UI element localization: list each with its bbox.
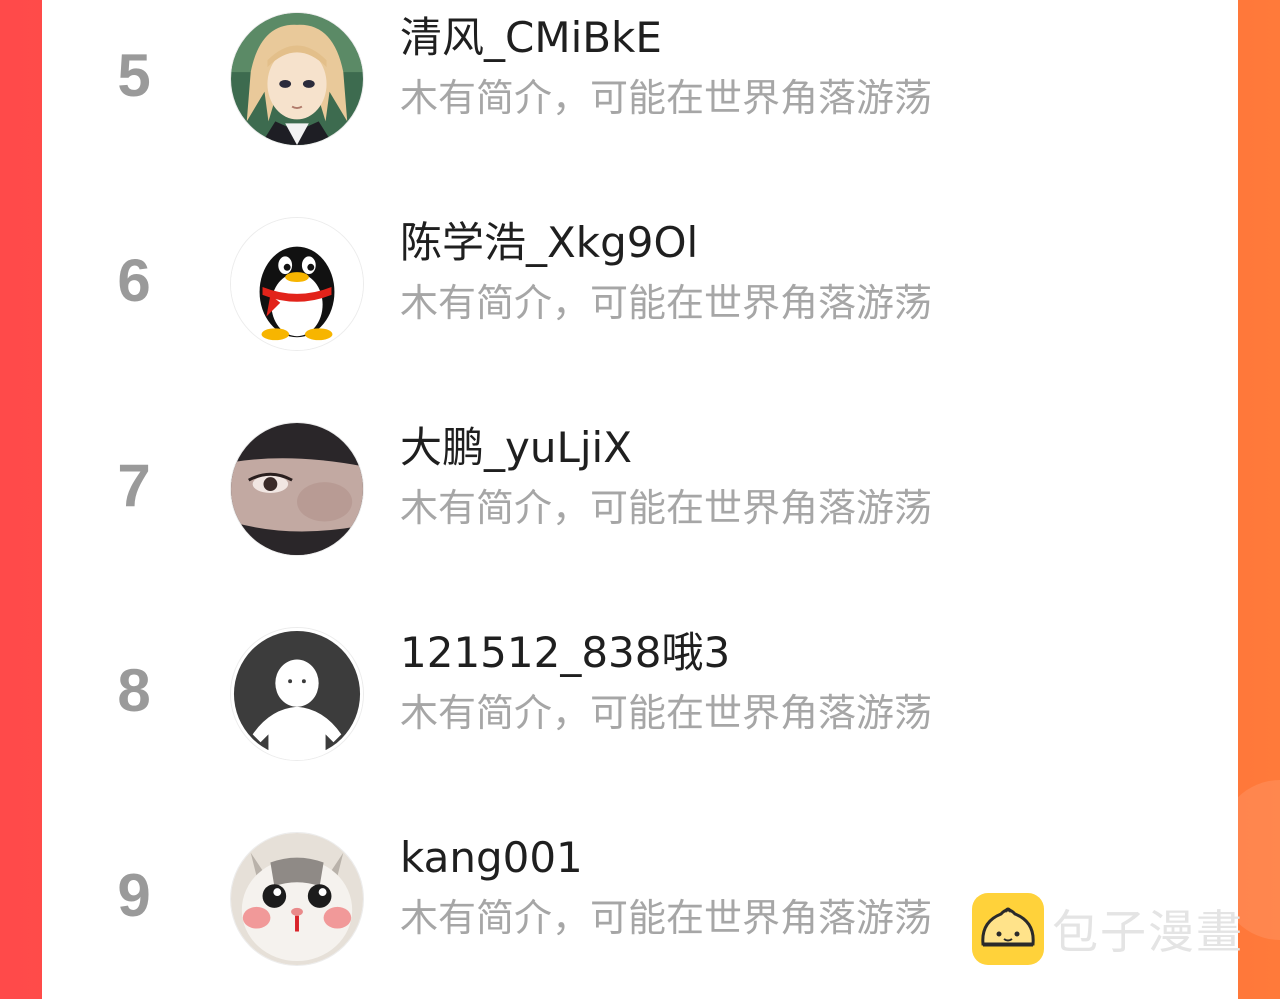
user-bio: 木有简介，可能在世界角落游荡 (400, 281, 933, 325)
ranking-row[interactable]: 5 清风_CMiBkE 木有简介，可能在世界角落游荡 (42, 0, 1238, 146)
ranking-row[interactable]: 7 大鹏_yuLjiX 木有简介，可能在世界角落游荡 (42, 410, 1238, 556)
rank-number: 9 (117, 862, 151, 929)
username[interactable]: 陈学浩_Xkg9Ol (400, 219, 698, 267)
eye-photo-avatar[interactable] (230, 422, 364, 556)
user-bio: 木有简介，可能在世界角落游荡 (400, 896, 933, 940)
site-watermark: 包子漫畫 (972, 893, 1244, 965)
ranking-list-panel: 5 清风_CMiBkE 木有简介，可能在世界角落游荡 6 陈学浩_Xkg9Ol … (42, 0, 1238, 999)
ranking-row[interactable]: 6 陈学浩_Xkg9Ol 木有简介，可能在世界角落游荡 (42, 205, 1238, 351)
ranking-row[interactable]: 8 121512_838哦3 木有简介，可能在世界角落游荡 (42, 615, 1238, 761)
watermark-text: 包子漫畫 (1052, 905, 1244, 959)
user-bio: 木有简介，可能在世界角落游荡 (400, 691, 933, 735)
rank-number: 8 (117, 657, 151, 724)
bun-logo-icon (972, 893, 1044, 965)
default-person-avatar[interactable] (230, 627, 364, 761)
rank-number: 5 (117, 42, 151, 109)
rank-number: 6 (117, 247, 151, 314)
username[interactable]: 大鹏_yuLjiX (400, 424, 632, 472)
cat-avatar[interactable] (230, 832, 364, 966)
user-bio: 木有简介，可能在世界角落游荡 (400, 486, 933, 530)
rank-number: 7 (117, 452, 151, 519)
username[interactable]: 清风_CMiBkE (400, 14, 662, 62)
qq-penguin-avatar[interactable] (230, 217, 364, 351)
anime-character-avatar[interactable] (230, 12, 364, 146)
username[interactable]: kang001 (400, 834, 583, 882)
username[interactable]: 121512_838哦3 (400, 629, 730, 677)
user-bio: 木有简介，可能在世界角落游荡 (400, 76, 933, 120)
